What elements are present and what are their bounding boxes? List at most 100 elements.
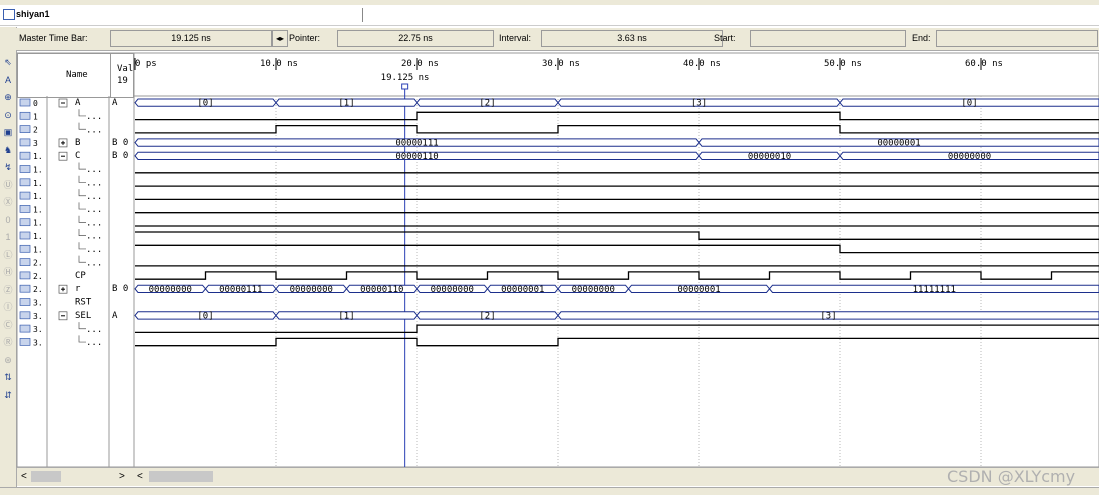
bus-value-label: 00000111 (395, 139, 438, 149)
signal-pin-icon (20, 285, 30, 292)
bus-value-label: 00000110 (395, 152, 438, 162)
signal-index: 2. (33, 272, 43, 281)
tree-connector (79, 242, 86, 249)
bus-value-label: 00000001 (877, 139, 920, 149)
bit-waveform (135, 325, 1099, 332)
time-tick-label: 20.0 ns (401, 59, 439, 69)
watermark: CSDN @XLYcmy (947, 467, 1075, 486)
signal-index: 1. (33, 245, 43, 254)
bus-value-label: 00000000 (290, 285, 333, 295)
signal-pin-icon (20, 179, 30, 186)
bus-value-label: [2] (479, 99, 495, 109)
signal-name: ... (86, 245, 102, 255)
signal-index: 1. (33, 219, 43, 228)
time-tick-label: 50.0 ns (824, 59, 862, 69)
signal-name: ... (86, 112, 102, 122)
signal-index: 1. (33, 166, 43, 175)
signal-name: r (75, 284, 81, 294)
bus-value-label: 11111111 (913, 285, 956, 295)
signal-name: ... (86, 125, 102, 135)
signal-name: CP (75, 271, 86, 281)
bus-value-label: 00000000 (572, 285, 615, 295)
signal-name: C (75, 151, 80, 161)
bit-waveform (135, 232, 1099, 239)
wave-scroll-thumb[interactable] (149, 471, 213, 482)
bit-waveform (135, 126, 1099, 133)
waveform-area[interactable]: 0 ps10.0 ns20.0 ns30.0 ns40.0 ns50.0 ns6… (0, 0, 1099, 494)
tree-connector (79, 163, 86, 170)
signal-name: ... (86, 165, 102, 175)
signal-name: A (75, 98, 81, 108)
bus-value-label: [0] (197, 311, 213, 321)
signal-pin-icon (20, 112, 30, 119)
signal-index: 3. (33, 325, 43, 334)
signal-name: ... (86, 325, 102, 335)
bus-value-label: [2] (479, 311, 495, 321)
signal-name: SEL (75, 311, 91, 321)
tree-connector (79, 216, 86, 223)
signal-name: ... (86, 205, 102, 215)
signal-pin-icon (20, 338, 30, 345)
signal-index: 3. (33, 299, 43, 308)
signal-pin-icon (20, 139, 30, 146)
signal-index: 1 (33, 112, 38, 121)
bus-value-label: 00000111 (219, 285, 262, 295)
tree-connector (79, 256, 86, 263)
signal-pin-icon (20, 272, 30, 279)
signal-index: 2. (33, 259, 43, 268)
signal-pin-icon (20, 192, 30, 199)
bit-waveform (135, 272, 1099, 279)
horizontal-scrollbars[interactable]: < > < (17, 467, 1099, 486)
cursor-handle[interactable] (402, 84, 408, 89)
tree-connector (79, 189, 86, 196)
signal-pin-icon (20, 99, 30, 106)
time-tick-label: 10.0 ns (260, 59, 298, 69)
signal-value: B 0 (112, 151, 128, 161)
signal-pin-icon (20, 232, 30, 239)
time-tick-label: 40.0 ns (683, 59, 721, 69)
waveform-panel-border (17, 53, 1099, 467)
signal-name: ... (86, 258, 102, 268)
signal-pin-icon (20, 325, 30, 332)
signal-pin-icon (20, 166, 30, 173)
tree-connector (79, 322, 86, 329)
tree-connector (79, 123, 86, 130)
name-scroll-right-icon[interactable]: > (119, 471, 125, 482)
signal-pin-icon (20, 245, 30, 252)
signal-pin-icon (20, 126, 30, 133)
signal-pin-icon (20, 312, 30, 319)
signal-name: ... (86, 232, 102, 242)
signal-pin-icon (20, 299, 30, 306)
bus-value-label: [0] (197, 99, 213, 109)
bus-value-label: [1] (338, 99, 354, 109)
tree-connector (79, 202, 86, 209)
signal-value: A (112, 311, 118, 321)
signal-value: A (112, 98, 118, 108)
time-tick-label: 0 ps (135, 59, 157, 69)
signal-name: ... (86, 218, 102, 228)
signal-index: 3. (33, 338, 43, 347)
bus-value-label: 00000010 (748, 152, 791, 162)
signal-value: B 0 (112, 138, 128, 148)
signal-pin-icon (20, 259, 30, 266)
bus-value-label: 00000001 (677, 285, 720, 295)
tree-connector (79, 176, 86, 183)
bit-waveform (135, 245, 1099, 252)
bus-value-label: 00000110 (360, 285, 403, 295)
signal-index: 0 (33, 99, 38, 108)
signal-value: B 0 (112, 284, 128, 294)
signal-index: 1. (33, 232, 43, 241)
bus-value-label: 00000001 (501, 285, 544, 295)
signal-pin-icon (20, 205, 30, 212)
time-tick-label: 60.0 ns (965, 59, 1003, 69)
signal-index: 1. (33, 205, 43, 214)
signal-index: 3. (33, 312, 43, 321)
wave-scroll-left-icon[interactable]: < (137, 471, 143, 482)
signal-pin-icon (20, 152, 30, 159)
name-scroll-thumb[interactable] (31, 471, 61, 482)
bus-value-label: [1] (338, 311, 354, 321)
name-scroll-left-icon[interactable]: < (21, 471, 27, 482)
tree-connector (79, 335, 86, 342)
bus-value-label: [3] (820, 311, 836, 321)
signal-name: ... (86, 178, 102, 188)
